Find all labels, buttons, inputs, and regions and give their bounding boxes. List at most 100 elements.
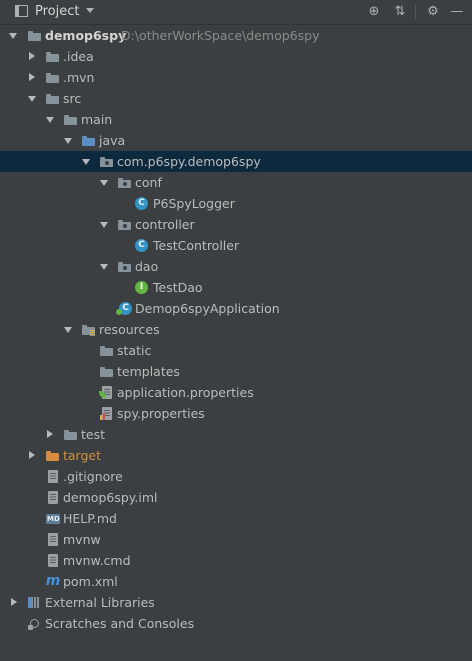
tree-row-static[interactable]: static bbox=[0, 340, 472, 361]
tree-item-label[interactable]: mvnw.cmd bbox=[63, 550, 131, 571]
tree-row-mvnw-cmd[interactable]: mvnw.cmd bbox=[0, 550, 472, 571]
markdown-file-icon: MD bbox=[45, 511, 61, 526]
text-file-icon bbox=[45, 469, 61, 484]
project-name[interactable]: demop6spy bbox=[45, 25, 126, 46]
tree-item-label[interactable]: static bbox=[117, 340, 151, 361]
text-file-icon bbox=[45, 532, 61, 547]
tree-item-label[interactable]: main bbox=[81, 109, 112, 130]
tree-item-label[interactable]: com.p6spy.demop6spy bbox=[117, 151, 261, 172]
expand-arrow-icon[interactable] bbox=[27, 88, 37, 109]
collapse-arrow-icon[interactable] bbox=[45, 424, 55, 445]
tree-item-label[interactable]: resources bbox=[99, 319, 160, 340]
tree-row-testcontroller[interactable]: C TestController bbox=[0, 235, 472, 256]
tree-item-label[interactable]: application.properties bbox=[117, 382, 254, 403]
tree-item-label[interactable]: .mvn bbox=[63, 67, 94, 88]
folder-icon bbox=[99, 364, 115, 379]
tree-item-label[interactable]: Demop6spyApplication bbox=[135, 298, 280, 319]
toolbar-divider bbox=[415, 5, 416, 19]
tree-row-package-root[interactable]: com.p6spy.demop6spy bbox=[0, 151, 472, 172]
chevron-down-icon[interactable] bbox=[86, 8, 94, 13]
tree-item-label[interactable]: dao bbox=[135, 256, 158, 277]
tree-item-label[interactable]: HELP.md bbox=[63, 508, 117, 529]
iml-file-icon bbox=[45, 490, 61, 505]
tree-row-test[interactable]: test bbox=[0, 424, 472, 445]
tree-row-project-root[interactable]: demop6spy D:\otherWorkSpace\demop6spy bbox=[0, 25, 472, 46]
tree-item-label[interactable]: java bbox=[99, 130, 125, 151]
tree-item-label[interactable]: .gitignore bbox=[63, 466, 123, 487]
tree-row-mvnw[interactable]: mvnw bbox=[0, 529, 472, 550]
expand-arrow-icon[interactable] bbox=[8, 25, 18, 46]
expand-arrow-icon[interactable] bbox=[99, 214, 109, 235]
tree-row-idea[interactable]: .idea bbox=[0, 46, 472, 67]
scratches-icon bbox=[27, 616, 43, 631]
tree-row-help-md[interactable]: MD HELP.md bbox=[0, 508, 472, 529]
tree-item-label[interactable]: Scratches and Consoles bbox=[45, 613, 194, 634]
expand-arrow-icon[interactable] bbox=[63, 319, 73, 340]
expand-arrow-icon[interactable] bbox=[99, 172, 109, 193]
folder-icon bbox=[45, 70, 61, 85]
tree-row-testdao[interactable]: I TestDao bbox=[0, 277, 472, 298]
tree-row-target[interactable]: target bbox=[0, 445, 472, 466]
tree-item-label[interactable]: spy.properties bbox=[117, 403, 205, 424]
locate-icon[interactable]: ⊕ bbox=[365, 3, 383, 21]
tree-item-label[interactable]: External Libraries bbox=[45, 592, 155, 613]
resources-folder-icon bbox=[81, 322, 97, 337]
tree-row-resources[interactable]: resources bbox=[0, 319, 472, 340]
tree-item-label[interactable]: demop6spy.iml bbox=[63, 487, 158, 508]
expand-arrow-icon[interactable] bbox=[63, 130, 73, 151]
collapse-arrow-icon[interactable] bbox=[9, 592, 19, 613]
tree-row-external-libraries[interactable]: External Libraries bbox=[0, 592, 472, 613]
tree-row-src[interactable]: src bbox=[0, 88, 472, 109]
tree-item-label[interactable]: controller bbox=[135, 214, 195, 235]
tree-row-java[interactable]: java bbox=[0, 130, 472, 151]
tree-row-application-class[interactable]: C Demop6spyApplication bbox=[0, 298, 472, 319]
tree-row-main[interactable]: main bbox=[0, 109, 472, 130]
class-icon: C bbox=[135, 239, 148, 252]
interface-icon: I bbox=[135, 281, 148, 294]
collapse-all-icon[interactable]: ⇅ bbox=[391, 3, 409, 21]
properties-file-icon bbox=[99, 406, 115, 421]
tree-row-gitignore[interactable]: .gitignore bbox=[0, 466, 472, 487]
expand-arrow-icon[interactable] bbox=[81, 151, 91, 172]
project-tree: demop6spy D:\otherWorkSpace\demop6spy .i… bbox=[0, 25, 472, 634]
class-icon: C bbox=[135, 197, 148, 210]
tree-row-p6spylogger[interactable]: C P6SpyLogger bbox=[0, 193, 472, 214]
collapse-arrow-icon[interactable] bbox=[27, 46, 37, 67]
expand-arrow-icon[interactable] bbox=[99, 256, 109, 277]
tree-item-label[interactable]: target bbox=[63, 445, 101, 466]
tree-row-application-properties[interactable]: application.properties bbox=[0, 382, 472, 403]
text-file-icon bbox=[45, 553, 61, 568]
package-icon bbox=[117, 259, 133, 274]
collapse-arrow-icon[interactable] bbox=[27, 67, 37, 88]
tree-item-label[interactable]: TestDao bbox=[153, 277, 203, 298]
tree-row-mvn[interactable]: .mvn bbox=[0, 67, 472, 88]
tree-item-label[interactable]: mvnw bbox=[63, 529, 101, 550]
module-folder-icon bbox=[27, 28, 43, 43]
tree-row-conf[interactable]: conf bbox=[0, 172, 472, 193]
collapse-arrow-icon[interactable] bbox=[27, 445, 37, 466]
spring-boot-class-icon: C bbox=[116, 302, 132, 315]
tree-item-label[interactable]: P6SpyLogger bbox=[153, 193, 235, 214]
settings-icon[interactable]: ⚙ bbox=[424, 3, 442, 21]
hide-icon[interactable]: — bbox=[448, 3, 466, 21]
tree-row-dao[interactable]: dao bbox=[0, 256, 472, 277]
package-icon bbox=[117, 217, 133, 232]
project-view-title[interactable]: Project bbox=[35, 4, 79, 19]
tree-row-controller[interactable]: controller bbox=[0, 214, 472, 235]
folder-icon bbox=[63, 112, 79, 127]
tree-item-label[interactable]: .idea bbox=[63, 46, 94, 67]
tree-row-iml[interactable]: demop6spy.iml bbox=[0, 487, 472, 508]
tree-item-label[interactable]: templates bbox=[117, 361, 180, 382]
tree-row-pom[interactable]: m pom.xml bbox=[0, 571, 472, 592]
tree-row-templates[interactable]: templates bbox=[0, 361, 472, 382]
tree-item-label[interactable]: src bbox=[63, 88, 81, 109]
tree-row-spy-properties[interactable]: spy.properties bbox=[0, 403, 472, 424]
project-toolbar: Project ⊕ ⇅ ⚙ — bbox=[0, 0, 472, 25]
folder-icon bbox=[45, 91, 61, 106]
tree-item-label[interactable]: test bbox=[81, 424, 105, 445]
tree-row-scratches[interactable]: Scratches and Consoles bbox=[0, 613, 472, 634]
tree-item-label[interactable]: pom.xml bbox=[63, 571, 118, 592]
tree-item-label[interactable]: TestController bbox=[153, 235, 239, 256]
expand-arrow-icon[interactable] bbox=[45, 109, 55, 130]
tree-item-label[interactable]: conf bbox=[135, 172, 162, 193]
